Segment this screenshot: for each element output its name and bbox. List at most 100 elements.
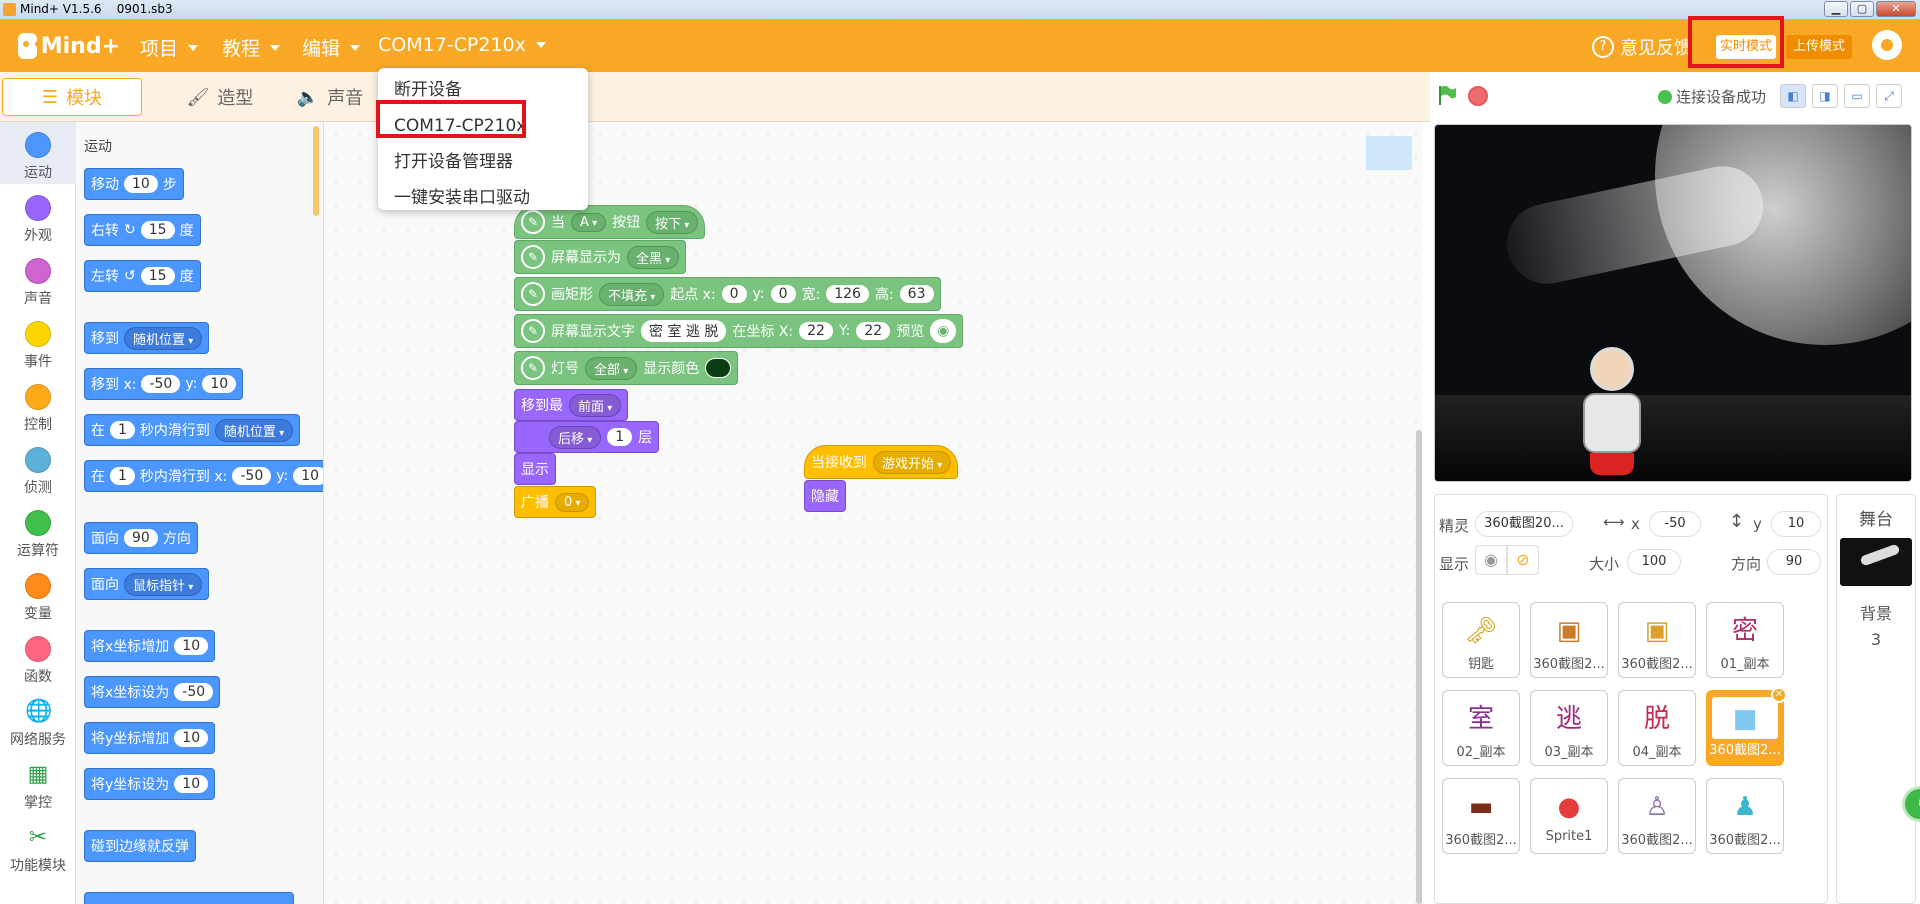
x-field[interactable]: -50 <box>1649 511 1701 537</box>
category-operators[interactable]: 运算符 <box>0 500 76 562</box>
upload-mode-button[interactable]: 上传模式 <box>1786 35 1852 59</box>
palette-scrollbar[interactable] <box>313 126 319 216</box>
block-input[interactable]: 10 <box>293 467 323 485</box>
block-set-y[interactable]: 将y坐标设为 10 <box>84 768 216 800</box>
menu-item-disconnect[interactable]: 断开设备 <box>378 72 588 108</box>
hide-stage-icon[interactable]: ▭ <box>1844 84 1870 108</box>
block-broadcast[interactable]: 广播 0 <box>514 486 597 518</box>
block-input[interactable]: -50 <box>141 375 181 393</box>
eye-icon[interactable]: ◉ <box>930 319 957 343</box>
category-variables[interactable]: 变量 <box>0 563 76 625</box>
direction-field[interactable]: 90 <box>1767 549 1821 575</box>
block-dropdown[interactable]: 游戏开始 <box>873 450 952 474</box>
y-field[interactable]: 10 <box>1771 511 1821 537</box>
menu-tutorial[interactable]: 教程 <box>222 34 281 61</box>
block-point-direction[interactable]: 面向 90 方向 <box>84 522 198 554</box>
sprite-tile[interactable]: 密 01_副本 <box>1706 602 1784 678</box>
category-board[interactable]: ▦ 掌控 <box>0 752 76 814</box>
sprite-tile[interactable]: ♙ 360截图2... <box>1618 778 1696 854</box>
block-input[interactable]: 126 <box>826 285 869 303</box>
block-turn-right[interactable]: 右转 ↻ 15 度 <box>84 214 201 246</box>
block-go-back-layers[interactable]: 后移 1层 <box>514 421 660 453</box>
sprite-tile[interactable]: 脱 04_副本 <box>1618 690 1696 766</box>
block-input[interactable]: 15 <box>140 267 175 285</box>
block-input[interactable]: 10 <box>202 375 237 393</box>
block-goto-xy[interactable]: 移到 x: -50 y: 10 <box>84 368 244 400</box>
menu-device[interactable]: COM17-CP210x <box>378 34 546 56</box>
category-control[interactable]: 控制 <box>0 374 76 436</box>
block-point-towards[interactable]: 面向 鼠标指针 <box>84 568 210 600</box>
block-input[interactable]: -50 <box>232 467 272 485</box>
block-input[interactable]: 1 <box>110 421 135 439</box>
green-flag-icon[interactable] <box>1436 84 1458 106</box>
sprite-tile-selected[interactable]: ✕ ■ 360截图2... <box>1706 687 1787 766</box>
hide-eye-icon[interactable]: ⊘ <box>1507 545 1539 575</box>
block-dropdown[interactable]: 前面 <box>569 393 622 417</box>
block-glide-xy[interactable]: 在 1 秒内滑行到 x: -50 y: 10 <box>84 460 323 492</box>
block-dropdown[interactable]: 后移 <box>549 425 602 449</box>
minimize-button[interactable]: ▁ <box>1824 1 1848 17</box>
block-dropdown[interactable]: 全部 <box>585 356 638 380</box>
block-dropdown[interactable]: 不填充 <box>599 282 665 306</box>
block-input[interactable]: 10 <box>174 637 209 655</box>
block-input[interactable]: 90 <box>124 529 158 547</box>
block-input[interactable]: 10 <box>174 729 209 747</box>
block-dropdown[interactable]: 全黑 <box>627 245 680 269</box>
sprite-tile[interactable]: ▣ 360截图2... <box>1530 602 1608 678</box>
block-input[interactable]: 22 <box>856 322 891 340</box>
block-bounce[interactable]: 碰到边缘就反弹 <box>84 830 196 862</box>
sprite-tile[interactable]: ▣ 360截图2... <box>1618 602 1696 678</box>
category-network[interactable]: 🌐 网络服务 <box>0 689 76 751</box>
block-input[interactable]: -50 <box>174 683 214 701</box>
sprite-tile[interactable]: 逃 03_副本 <box>1530 690 1608 766</box>
block-input[interactable]: 1 <box>110 467 135 485</box>
block-input[interactable]: 10 <box>124 175 158 193</box>
block-when-receive[interactable]: 当接收到 游戏开始 <box>804 445 959 479</box>
block-turn-left[interactable]: 左转 ↺ 15 度 <box>84 260 201 292</box>
block-input[interactable]: 0 <box>721 285 747 303</box>
sprite-name-field[interactable]: 360截图20... <box>1475 511 1573 537</box>
category-modules[interactable]: ✂ 功能模块 <box>0 815 76 877</box>
block-dropdown[interactable]: 随机位置 <box>124 326 203 350</box>
sprite-tile[interactable]: ♟ 360截图2... <box>1706 778 1784 854</box>
workspace-minimap[interactable] <box>1366 136 1412 170</box>
close-button[interactable]: ✕ <box>1876 1 1916 17</box>
tab-sounds[interactable]: 🔈 声音 <box>290 78 370 116</box>
block-input[interactable]: 1 <box>607 428 633 446</box>
sprite-tile[interactable]: 🗝 钥匙 <box>1442 602 1520 678</box>
block-input[interactable]: 10 <box>174 775 209 793</box>
block-dropdown[interactable]: 0 <box>555 492 590 512</box>
stage-canvas[interactable] <box>1434 124 1912 482</box>
block-goto[interactable]: 移到 随机位置 <box>84 322 210 354</box>
category-events[interactable]: 事件 <box>0 311 76 373</box>
category-looks[interactable]: 外观 <box>0 185 76 247</box>
size-field[interactable]: 100 <box>1627 549 1681 575</box>
menu-item-install-driver[interactable]: 一键安装串口驱动 <box>378 180 588 216</box>
small-stage-icon[interactable]: ◧ <box>1780 84 1806 108</box>
block-screen-fill[interactable]: ✎ 屏幕显示为 全黑 <box>514 240 687 274</box>
stage-selector[interactable]: 舞台 背景 3 <box>1836 494 1916 904</box>
workspace-scrollbar[interactable] <box>1416 430 1422 904</box>
category-sound[interactable]: 声音 <box>0 248 76 310</box>
block-input[interactable]: 密 室 逃 脱 <box>641 320 727 342</box>
block-led-color[interactable]: ✎ 灯号全部显示颜色 <box>514 351 739 385</box>
menu-edit[interactable]: 编辑 <box>302 34 361 61</box>
block-draw-rect[interactable]: ✎ 画矩形不填充起点 x: 0 y: 0 宽: 126 高: 63 <box>514 277 941 311</box>
block-input[interactable]: 22 <box>799 322 833 340</box>
block-change-y[interactable]: 将y坐标增加 10 <box>84 722 216 754</box>
show-eye-icon[interactable]: ◉ <box>1475 545 1507 575</box>
category-sensing[interactable]: 侦测 <box>0 437 76 499</box>
menu-item-port[interactable]: COM17-CP210x <box>378 108 588 144</box>
category-motion[interactable]: 运动 <box>0 122 76 184</box>
fullscreen-icon[interactable]: ⤢ <box>1876 84 1902 108</box>
block-hide[interactable]: 隐藏 <box>804 480 846 512</box>
delete-sprite-icon[interactable]: ✕ <box>1771 687 1787 703</box>
tab-blocks[interactable]: ☰ 模块 <box>2 78 142 116</box>
code-workspace[interactable] <box>324 122 1422 904</box>
sprite-tile[interactable]: ● Sprite1 <box>1530 778 1608 854</box>
astronaut-sprite[interactable] <box>1583 347 1641 477</box>
sprite-tile[interactable]: ▬ 360截图2... <box>1442 778 1520 854</box>
block-dropdown[interactable]: 按下 <box>646 210 699 234</box>
menu-item-device-manager[interactable]: 打开设备管理器 <box>378 144 588 180</box>
feedback-link[interactable]: ? 意见反馈 <box>1592 34 1692 60</box>
